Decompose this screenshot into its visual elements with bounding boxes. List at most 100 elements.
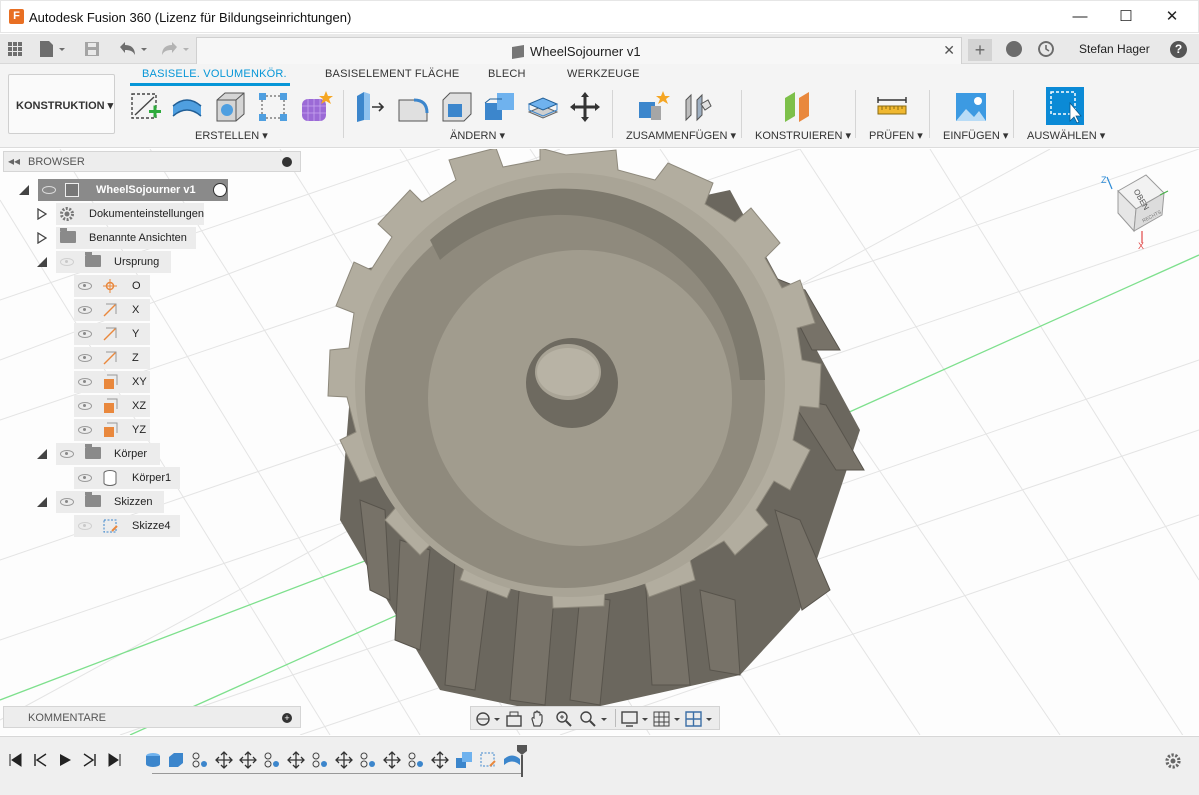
- visibility-eye-icon[interactable]: [42, 186, 56, 194]
- tree-row-plane-yz[interactable]: YZ: [0, 419, 300, 441]
- rectangular-pattern-icon[interactable]: [256, 90, 290, 124]
- data-panel-grid-icon[interactable]: [7, 41, 23, 57]
- timeline-pattern-feature-icon[interactable]: [311, 751, 329, 769]
- timeline-move-feature-icon[interactable]: [239, 751, 257, 769]
- visibility-eye-icon[interactable]: [78, 402, 92, 410]
- select-icon[interactable]: [1046, 87, 1084, 125]
- timeline-last-icon[interactable]: [108, 753, 122, 767]
- plane-xz-node[interactable]: XZ: [74, 395, 150, 417]
- tab-sheet-metal[interactable]: BLECH: [488, 68, 526, 80]
- group-insert[interactable]: EINFÜGEN ▾: [943, 129, 1008, 142]
- zoom-icon[interactable]: [555, 710, 573, 728]
- visibility-eye-icon[interactable]: [78, 474, 92, 482]
- axis-x-node[interactable]: X: [74, 299, 150, 321]
- comments-panel-header[interactable]: KOMMENTARE +: [3, 706, 301, 728]
- view-cube[interactable]: OBEN RECHTS Z X: [1098, 169, 1170, 249]
- new-component-icon[interactable]: [637, 90, 671, 124]
- timeline-pattern-feature-icon[interactable]: [407, 751, 425, 769]
- shell-icon[interactable]: [440, 90, 474, 124]
- file-menu-icon[interactable]: [38, 40, 66, 58]
- named-views-node[interactable]: Benannte Ansichten: [56, 227, 196, 249]
- visibility-eye-icon[interactable]: [60, 498, 74, 506]
- browser-panel-header[interactable]: ◂◂ BROWSER: [3, 151, 301, 172]
- collapse-triangle-icon[interactable]: [36, 448, 48, 460]
- group-select[interactable]: AUSWÄHLEN ▾: [1027, 129, 1105, 142]
- document-tab[interactable]: WheelSojourner v1 ✕: [196, 37, 962, 64]
- group-construct[interactable]: KONSTRUIEREN ▾: [755, 129, 851, 142]
- visibility-eye-icon[interactable]: [78, 306, 92, 314]
- timeline-next-icon[interactable]: [83, 753, 97, 767]
- timeline-first-icon[interactable]: [8, 753, 22, 767]
- timeline-move-feature-icon[interactable]: [215, 751, 233, 769]
- tree-row-body1[interactable]: Körper1: [0, 467, 300, 489]
- sketch4-node[interactable]: Skizze4: [74, 515, 180, 537]
- close-window-button[interactable]: ✕: [1149, 3, 1195, 31]
- tree-row-plane-xy[interactable]: XY: [0, 371, 300, 393]
- visibility-eye-icon[interactable]: [78, 378, 92, 386]
- group-modify[interactable]: ÄNDERN ▾: [450, 129, 505, 142]
- maximize-button[interactable]: ☐: [1103, 3, 1149, 31]
- axis-y-node[interactable]: Y: [74, 323, 150, 345]
- activate-radio-icon[interactable]: [213, 183, 227, 197]
- tab-surface[interactable]: BASISELEMENT FLÄCHE: [325, 68, 459, 80]
- timeline-pattern-feature-icon[interactable]: [191, 751, 209, 769]
- body1-node[interactable]: Körper1: [74, 467, 180, 489]
- timeline-settings-gear-icon[interactable]: [1164, 752, 1182, 770]
- collapse-browser-icon[interactable]: ◂◂: [8, 154, 20, 168]
- sketches-node[interactable]: Skizzen: [56, 491, 164, 513]
- visibility-eye-icon[interactable]: [60, 450, 74, 458]
- save-icon[interactable]: [84, 41, 100, 57]
- timeline-move-feature-icon[interactable]: [335, 751, 353, 769]
- user-account-name[interactable]: Stefan Hager: [1079, 42, 1150, 56]
- plane-xy-node[interactable]: XY: [74, 371, 150, 393]
- group-assemble[interactable]: ZUSAMMENFÜGEN ▾: [626, 129, 736, 142]
- visibility-eye-icon[interactable]: [78, 426, 92, 434]
- tree-row-axis-x[interactable]: X: [0, 299, 300, 321]
- fillet-icon[interactable]: [396, 90, 430, 124]
- origin-node[interactable]: Ursprung: [56, 251, 171, 273]
- tree-row-origin[interactable]: Ursprung: [0, 251, 300, 273]
- group-create[interactable]: ERSTELLEN ▾: [195, 129, 268, 142]
- visibility-eye-icon[interactable]: [78, 282, 92, 290]
- tree-row-sketches[interactable]: Skizzen: [0, 491, 300, 513]
- visibility-eye-icon[interactable]: [60, 258, 74, 266]
- tree-row-sketch4[interactable]: Skizze4: [0, 515, 300, 537]
- expand-triangle-icon[interactable]: [37, 232, 47, 244]
- measure-icon[interactable]: [875, 90, 909, 124]
- timeline-sketch-feature-icon[interactable]: [479, 751, 497, 769]
- plane-yz-node[interactable]: YZ: [74, 419, 150, 441]
- timeline-body-feature-icon[interactable]: [167, 751, 185, 769]
- tree-row-named-views[interactable]: Benannte Ansichten: [0, 227, 300, 249]
- create-sketch-icon[interactable]: [128, 90, 162, 124]
- tab-tools[interactable]: WERKZEUGE: [567, 68, 640, 80]
- timeline-move-feature-icon[interactable]: [287, 751, 305, 769]
- timeline-pattern-feature-icon[interactable]: [359, 751, 377, 769]
- visibility-eye-icon[interactable]: [78, 330, 92, 338]
- move-copy-icon[interactable]: [568, 90, 602, 124]
- offset-plane-icon[interactable]: [781, 90, 815, 124]
- origin-point-node[interactable]: O: [74, 275, 150, 297]
- tree-row-axis-y[interactable]: Y: [0, 323, 300, 345]
- insert-image-icon[interactable]: [954, 90, 988, 124]
- tree-row-bodies[interactable]: Körper: [0, 443, 300, 465]
- minimize-button[interactable]: —: [1057, 3, 1103, 31]
- shell-box-icon[interactable]: [213, 90, 247, 124]
- orbit-icon[interactable]: [475, 710, 501, 728]
- pan-hand-icon[interactable]: [529, 709, 547, 729]
- combine-icon[interactable]: [483, 90, 517, 124]
- timeline-pattern-feature-icon[interactable]: [263, 751, 281, 769]
- timeline-play-icon[interactable]: [58, 753, 72, 767]
- extensions-icon[interactable]: [1006, 41, 1022, 57]
- axis-z-node[interactable]: Z: [74, 347, 150, 369]
- extrude-icon[interactable]: [170, 90, 204, 124]
- close-tab-button[interactable]: ✕: [943, 42, 955, 59]
- collapse-triangle-icon[interactable]: [36, 496, 48, 508]
- press-pull-icon[interactable]: [352, 90, 386, 124]
- tree-row-doc-settings[interactable]: Dokumenteinstellungen: [0, 203, 300, 225]
- help-icon[interactable]: ?: [1170, 41, 1187, 58]
- bodies-node[interactable]: Körper: [56, 443, 160, 465]
- tab-solid[interactable]: BASISELE. VOLUMENKÖR.: [142, 68, 287, 80]
- visibility-eye-icon[interactable]: [78, 522, 92, 530]
- timeline-extrude-feature-icon[interactable]: [144, 751, 162, 769]
- timeline-combine-feature-icon[interactable]: [455, 751, 473, 769]
